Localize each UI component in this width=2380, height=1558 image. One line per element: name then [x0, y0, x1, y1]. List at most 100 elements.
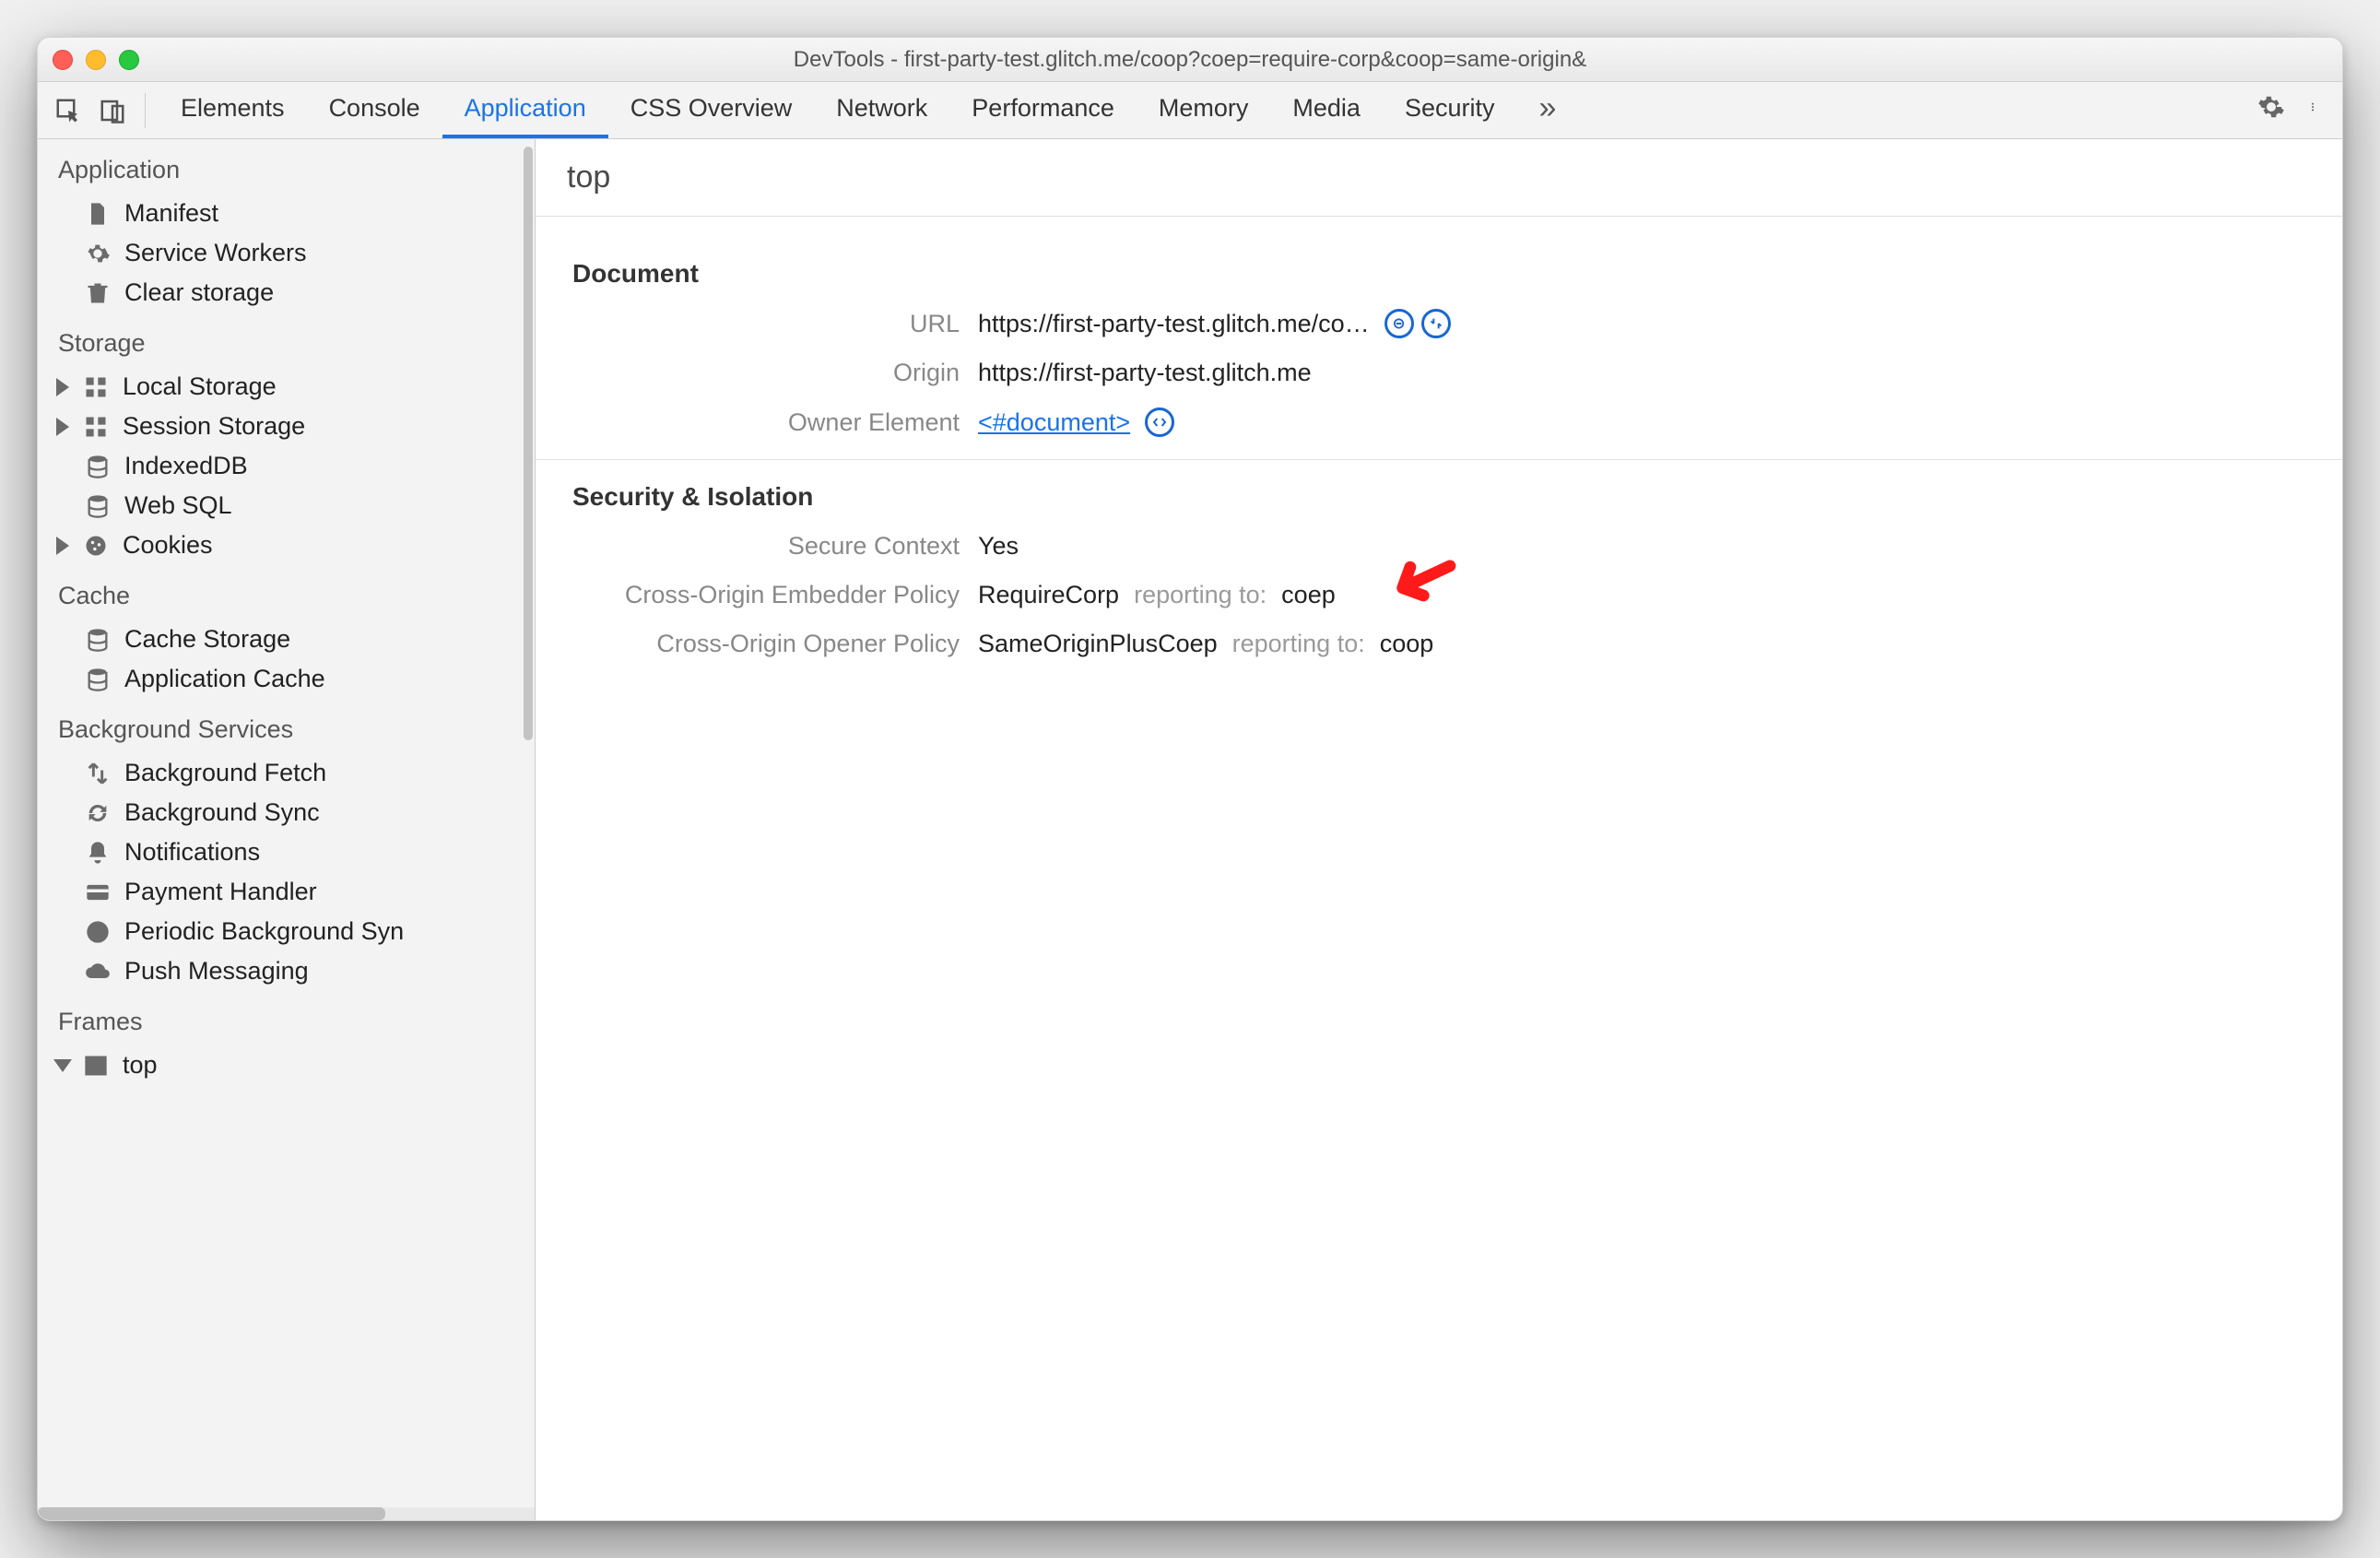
- owner-element-link[interactable]: <#document>: [978, 408, 1130, 437]
- sidebar-item-label: Session Storage: [123, 412, 305, 441]
- sidebar-item-label: Notifications: [124, 838, 260, 867]
- trash-icon: [84, 279, 112, 307]
- sidebar-item-label: IndexedDB: [124, 452, 248, 480]
- sidebar-item-manifest[interactable]: Manifest: [38, 194, 535, 233]
- tab-console[interactable]: Console: [307, 82, 442, 138]
- tree-arrow-icon[interactable]: [53, 1059, 72, 1072]
- tab-performance[interactable]: Performance: [949, 82, 1137, 138]
- sidebar-item-label: Payment Handler: [124, 878, 317, 906]
- sidebar-scrollbar[interactable]: [524, 147, 533, 1465]
- document-section-title: Document: [572, 259, 2305, 289]
- origin-label: Origin: [572, 359, 960, 387]
- device-toggle-icon[interactable]: [93, 91, 132, 130]
- sidebar-item-web-sql[interactable]: Web SQL: [38, 486, 535, 525]
- grid-icon: [82, 373, 110, 401]
- tabbar: ElementsConsoleApplicationCSS OverviewNe…: [38, 82, 2342, 139]
- db-icon: [84, 492, 112, 520]
- sidebar-item-cache-storage[interactable]: Cache Storage: [38, 620, 535, 659]
- tree-arrow-icon[interactable]: [56, 378, 69, 396]
- owner-element-label: Owner Element: [572, 408, 960, 437]
- cloud-icon: [84, 958, 112, 986]
- settings-icon[interactable]: [2257, 93, 2285, 127]
- url-value: https://first-party-test.glitch.me/co…: [978, 310, 1370, 338]
- sidebar-item-periodic-background-syn[interactable]: Periodic Background Syn: [38, 912, 535, 951]
- sync-icon: [84, 799, 112, 827]
- window-maximize-button[interactable]: [119, 50, 139, 70]
- coop-reporting-value: coop: [1380, 630, 1434, 658]
- sidebar-item-label: Background Fetch: [124, 759, 326, 787]
- sidebar-group-application: Application: [38, 139, 535, 194]
- network-icon[interactable]: [1421, 309, 1451, 338]
- sidebar-group-frames: Frames: [38, 991, 535, 1045]
- tab-elements[interactable]: Elements: [159, 82, 307, 138]
- window-icon: [82, 1052, 110, 1080]
- reveal-element-icon[interactable]: [1145, 407, 1174, 437]
- secure-context-label: Secure Context: [572, 532, 960, 561]
- sidebar-item-payment-handler[interactable]: Payment Handler: [38, 872, 535, 912]
- url-label: URL: [572, 310, 960, 338]
- coop-label: Cross-Origin Opener Policy: [572, 630, 960, 658]
- tab-security[interactable]: Security: [1383, 82, 1517, 138]
- main-panel: top Document URL https://first-party-tes…: [536, 139, 2342, 1520]
- window-close-button[interactable]: [53, 50, 73, 70]
- inspect-element-icon[interactable]: [49, 91, 88, 130]
- clock-icon: [84, 918, 112, 946]
- window-title: DevTools - first-party-test.glitch.me/co…: [38, 47, 2342, 73]
- coep-label: Cross-Origin Embedder Policy: [572, 581, 960, 609]
- sidebar-item-label: Cookies: [123, 531, 213, 560]
- sidebar-group-cache: Cache: [38, 565, 535, 620]
- devtools-window: DevTools - first-party-test.glitch.me/co…: [37, 37, 2343, 1521]
- tree-arrow-icon[interactable]: [56, 418, 69, 436]
- tab-memory[interactable]: Memory: [1137, 82, 1271, 138]
- db-icon: [84, 626, 112, 654]
- sidebar-item-label: Push Messaging: [124, 957, 309, 986]
- frame-heading: top: [536, 139, 2342, 217]
- coop-reporting-label: reporting to:: [1232, 630, 1365, 658]
- coep-reporting-value: coep: [1281, 581, 1336, 609]
- card-icon: [84, 879, 112, 906]
- sidebar-item-top[interactable]: top: [38, 1045, 535, 1085]
- sidebar-group-storage: Storage: [38, 313, 535, 367]
- reveal-icon[interactable]: ⊝: [1384, 309, 1414, 338]
- sidebar-item-cookies[interactable]: Cookies: [38, 525, 535, 565]
- sidebar-item-clear-storage[interactable]: Clear storage: [38, 273, 535, 313]
- coep-value: RequireCorp: [978, 581, 1119, 609]
- tab-media[interactable]: Media: [1270, 82, 1383, 138]
- sidebar-item-push-messaging[interactable]: Push Messaging: [38, 951, 535, 991]
- db-icon: [84, 453, 112, 480]
- tree-arrow-icon[interactable]: [56, 537, 69, 555]
- sidebar-item-background-fetch[interactable]: Background Fetch: [38, 753, 535, 793]
- sidebar-item-label: Local Storage: [123, 372, 277, 401]
- sidebar-item-label: top: [123, 1051, 158, 1080]
- sidebar-group-background-services: Background Services: [38, 699, 535, 753]
- sidebar-item-label: Clear storage: [124, 278, 274, 307]
- tabs-overflow[interactable]: »: [1522, 90, 1573, 130]
- grid-icon: [82, 413, 110, 441]
- sidebar: ApplicationManifestService Workers Clear …: [38, 139, 536, 1520]
- sidebar-item-indexeddb[interactable]: IndexedDB: [38, 446, 535, 486]
- sidebar-item-service-workers[interactable]: Service Workers: [38, 233, 535, 273]
- db-icon: [84, 666, 112, 693]
- sidebar-h-scrollbar[interactable]: [38, 1507, 535, 1520]
- security-section-title: Security & Isolation: [572, 482, 2305, 512]
- tab-css-overview[interactable]: CSS Overview: [608, 82, 815, 138]
- bell-icon: [84, 839, 112, 867]
- coep-reporting-label: reporting to:: [1134, 581, 1267, 609]
- sidebar-item-session-storage[interactable]: Session Storage: [38, 407, 535, 446]
- secure-context-value: Yes: [978, 532, 1019, 561]
- sidebar-item-label: Cache Storage: [124, 625, 290, 654]
- cookie-icon: [82, 532, 110, 560]
- updown-icon: [84, 760, 112, 787]
- tab-application[interactable]: Application: [442, 82, 608, 138]
- tab-network[interactable]: Network: [814, 82, 949, 138]
- divider: [145, 93, 146, 128]
- sidebar-item-label: Background Sync: [124, 798, 320, 827]
- sidebar-item-application-cache[interactable]: Application Cache: [38, 659, 535, 699]
- window-minimize-button[interactable]: [86, 50, 106, 70]
- sidebar-item-background-sync[interactable]: Background Sync: [38, 793, 535, 832]
- sidebar-item-local-storage[interactable]: Local Storage: [38, 367, 535, 407]
- kebab-menu-icon[interactable]: [2311, 93, 2320, 127]
- sidebar-item-notifications[interactable]: Notifications: [38, 832, 535, 872]
- origin-value: https://first-party-test.glitch.me: [978, 359, 1312, 387]
- sidebar-item-label: Periodic Background Syn: [124, 917, 404, 946]
